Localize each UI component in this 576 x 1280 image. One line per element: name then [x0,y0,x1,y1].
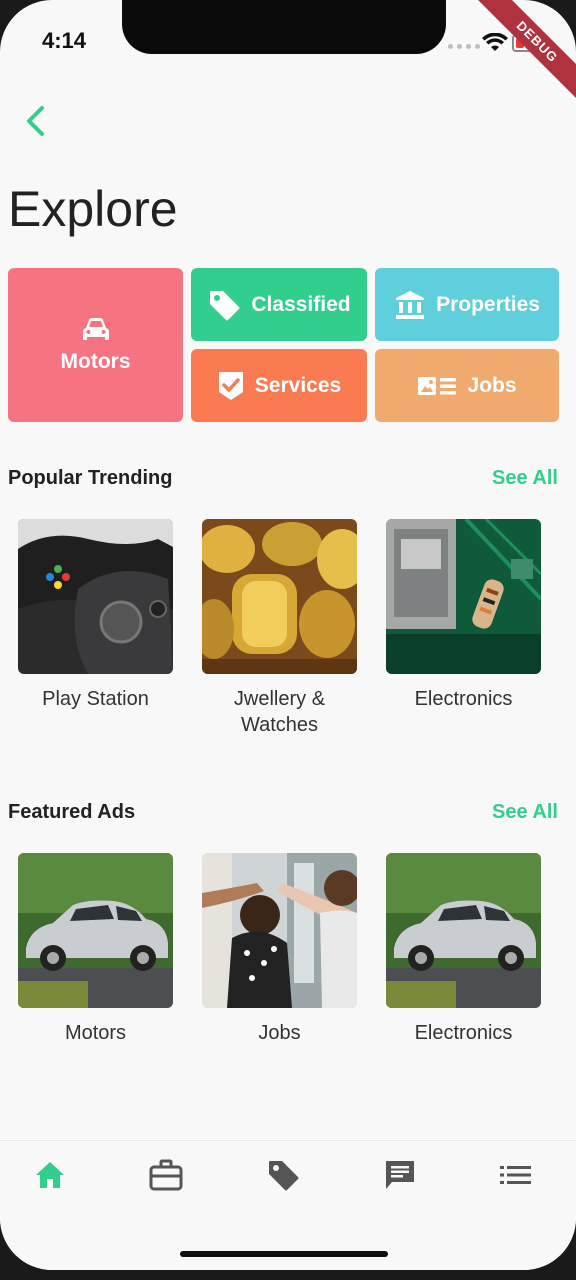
signal-icon [448,44,480,49]
car-photo-image [386,853,541,1008]
nav-jobs[interactable] [146,1155,186,1195]
high-five-photo-image [202,853,357,1008]
status-time: 4:14 [42,28,87,53]
featured-section-title: Featured Ads [8,801,136,823]
verified-badge-icon [218,371,243,400]
popular-item-label: Jwellery & Watches [233,688,326,736]
popular-item-electronics[interactable]: Electronics [386,519,541,712]
home-indicator [180,1251,388,1257]
wifi-icon [482,33,508,51]
category-motors[interactable]: Motors [8,268,183,422]
list-icon [500,1166,531,1184]
bank-icon [396,290,425,319]
nav-classified[interactable] [263,1155,303,1195]
featured-item-motors[interactable]: Motors [18,853,173,1046]
nav-home[interactable] [30,1155,70,1195]
briefcase-icon [149,1159,183,1191]
popular-item-label: Electronics [414,688,513,710]
bottom-navigation [0,1140,576,1270]
popular-section-title: Popular Trending [8,467,173,489]
featured-item-electronics[interactable]: Electronics [386,853,541,1046]
car-icon [82,318,109,340]
tag-icon [269,1161,299,1191]
popular-item-label: Play Station [42,688,149,710]
category-jobs-label: Jobs [467,373,517,397]
id-card-icon [418,376,457,395]
device-notch [122,0,446,54]
featured-item-label: Jobs [258,1022,301,1044]
nav-menu[interactable] [496,1155,536,1195]
circuit-board-image [386,519,541,674]
category-classified-label: Classified [251,292,351,316]
back-button[interactable] [22,104,52,138]
category-jobs[interactable]: Jobs [375,349,559,422]
app-screen: 4:14 DEBUG Explore Motors Classified Pro… [0,0,576,1270]
chat-icon [386,1161,414,1189]
chevron-left-icon [27,106,44,136]
play-station-image [18,519,173,674]
category-properties[interactable]: Properties [375,268,559,341]
category-properties-label: Properties [436,292,540,316]
popular-item-play-station[interactable]: Play Station [18,519,173,712]
category-services-label: Services [254,373,342,397]
category-services[interactable]: Services [191,349,367,422]
featured-see-all-link[interactable]: See All [492,801,558,824]
jewellery-image [202,519,357,674]
page-title: Explore [8,181,178,237]
car-photo-image [18,853,173,1008]
popular-see-all-link[interactable]: See All [492,467,558,490]
nav-messages[interactable] [380,1155,420,1195]
category-motors-label: Motors [60,350,131,373]
featured-item-label: Motors [64,1022,127,1044]
featured-item-label: Electronics [414,1022,513,1044]
popular-item-jewellery[interactable]: Jwellery & Watches [202,519,357,738]
home-icon [36,1162,64,1188]
category-classified[interactable]: Classified [191,268,367,341]
tag-icon [210,290,240,320]
featured-item-jobs[interactable]: Jobs [202,853,357,1046]
